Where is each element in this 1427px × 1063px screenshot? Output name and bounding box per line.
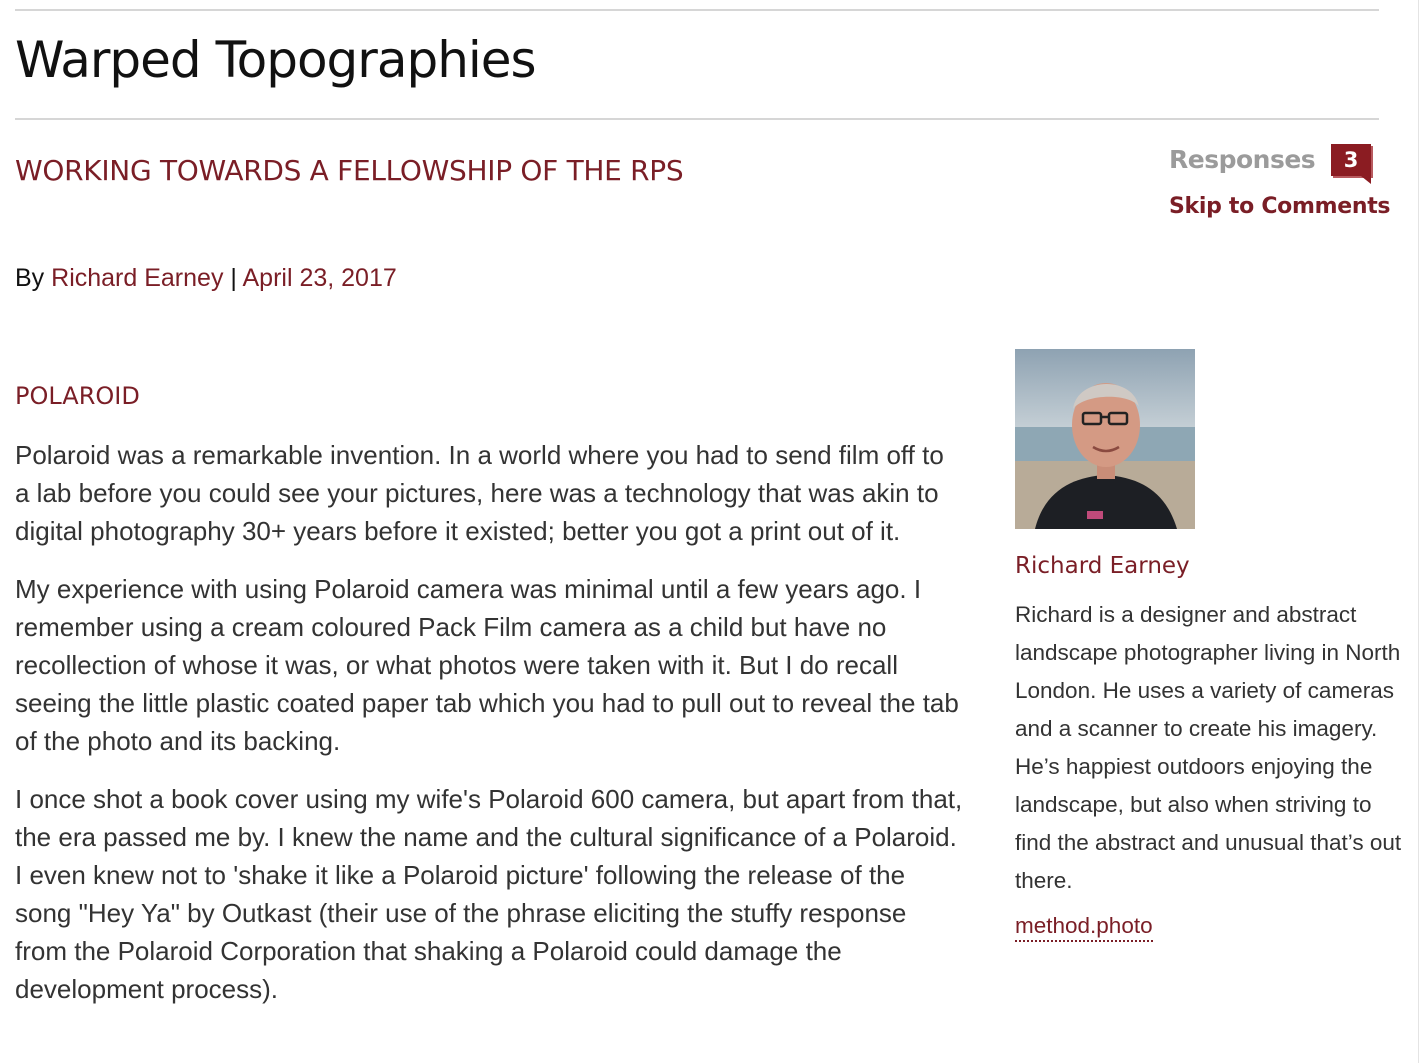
- byline-separator: |: [230, 264, 237, 292]
- comment-count-badge[interactable]: 3: [1331, 144, 1371, 184]
- author-box-name: Richard Earney: [1015, 553, 1190, 579]
- article-paragraph: My experience with using Polaroid camera…: [15, 574, 959, 756]
- byline-prefix: By: [15, 264, 45, 292]
- section-subheading: POLAROID: [15, 382, 140, 410]
- header-divider: [15, 118, 1379, 120]
- post-title: WORKING TOWARDS A FELLOWSHIP OF THE RPS: [15, 154, 684, 187]
- article-paragraph: I once shot a book cover using my wife's…: [15, 784, 963, 1004]
- article-body: Polaroid was a remarkable invention. In …: [15, 436, 965, 1028]
- skip-to-comments-link[interactable]: Skip to Comments: [1169, 194, 1391, 219]
- author-avatar: [1015, 349, 1195, 529]
- author-website-link[interactable]: method.photo: [1015, 912, 1153, 942]
- responses-label: Responses: [1169, 145, 1316, 174]
- author-bio: Richard is a designer and abstract lands…: [1015, 602, 1402, 893]
- byline: By Richard Earney | April 23, 2017: [15, 264, 397, 293]
- date-link[interactable]: April 23, 2017: [242, 264, 396, 292]
- article-paragraph: Polaroid was a remarkable invention. In …: [15, 440, 944, 546]
- top-divider: [15, 9, 1379, 11]
- site-title[interactable]: Warped Topographies: [15, 30, 537, 90]
- page-edge: [1418, 0, 1419, 1063]
- author-link[interactable]: Richard Earney: [51, 264, 223, 292]
